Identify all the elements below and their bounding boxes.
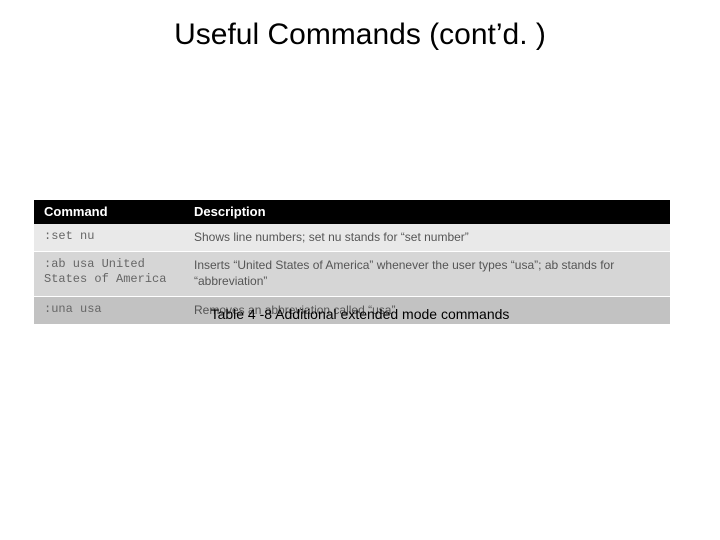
cell-description: Inserts “United States of America” whene…: [184, 252, 670, 296]
slide: Useful Commands (cont’d. ) Command Descr…: [0, 0, 720, 540]
column-header-description: Description: [184, 200, 670, 224]
table-row: :set nu Shows line numbers; set nu stand…: [34, 224, 670, 252]
cell-command: :set nu: [34, 224, 184, 252]
table-row: :ab usa United States of America Inserts…: [34, 252, 670, 296]
cell-command: :ab usa United States of America: [34, 252, 184, 296]
cell-description: Shows line numbers; set nu stands for “s…: [184, 224, 670, 252]
column-header-command: Command: [34, 200, 184, 224]
table-caption: Table 4 -8 Additional extended mode comm…: [0, 306, 720, 322]
page-title: Useful Commands (cont’d. ): [0, 18, 720, 52]
table-header-row: Command Description: [34, 200, 670, 224]
